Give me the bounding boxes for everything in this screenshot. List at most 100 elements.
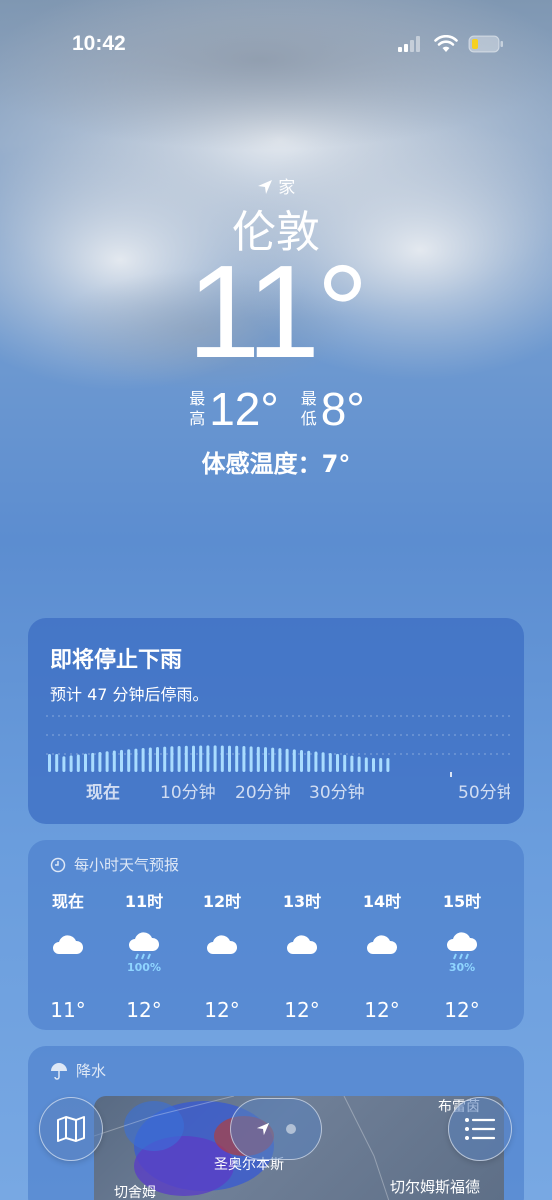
hour-item: 12时 12°: [182, 890, 262, 1022]
rain-minute-bar: [120, 749, 123, 772]
location-label: 家: [0, 173, 552, 198]
axis-label-20min: 20分钟: [235, 783, 291, 803]
cloud-icon: [53, 935, 84, 954]
rain-card-title: 即将停止下雨: [50, 648, 183, 673]
rain-minute-bar: [48, 754, 51, 772]
hour-icon: 30%: [422, 928, 502, 978]
hour-time: 11时: [124, 892, 164, 911]
hourly-card-title: 每小时天气预报: [74, 856, 180, 874]
map-label: 切尔姆斯福德: [390, 1178, 481, 1196]
hour-icon: 100%: [104, 928, 184, 978]
hour-item: 现在 11°: [28, 890, 108, 1022]
axis-label-10min: 10分钟: [160, 783, 216, 803]
rain-minute-bar: [156, 747, 159, 772]
hourly-list[interactable]: 现在 11° 11时 100% 12° 12时 12° 13时 12° 14时 …: [28, 890, 524, 1022]
page-dot: [286, 1124, 296, 1134]
rain-minute-bar: [249, 746, 253, 772]
location-arrow-icon: [257, 180, 272, 194]
rain-minute-bar: [148, 747, 152, 772]
rain-minute-bar: [235, 745, 239, 772]
rain-minute-bar: [264, 747, 267, 772]
rain-minute-bar: [112, 750, 116, 772]
axis-label-now: 现在: [86, 782, 120, 803]
wifi-icon: [434, 35, 458, 52]
cloud-icon: [367, 935, 398, 954]
hour-item: 13时 12°: [262, 890, 342, 1022]
feels-like: 体感温度：7°: [201, 450, 351, 478]
rain-minute-bar: [364, 757, 368, 772]
hour-icon: [262, 928, 342, 978]
high-low: 最高 12° 最低 8°: [0, 382, 552, 436]
high-label: 最高: [189, 389, 206, 428]
rain-minute-bar: [192, 745, 195, 772]
axis-label-50min: 50分钟: [458, 783, 510, 803]
clock-icon: [50, 857, 66, 872]
hour-item: 11时 100% 12°: [104, 890, 184, 1022]
cloud-icon: [207, 935, 238, 954]
rain-minute-bar: [386, 758, 390, 772]
location-page-indicator[interactable]: [230, 1098, 322, 1160]
rain-minute-bar: [184, 745, 188, 772]
hour-temp: 12°: [444, 998, 480, 1022]
map-button[interactable]: [39, 1097, 103, 1161]
hour-time: 12时: [202, 892, 242, 911]
rain-minute-bar: [127, 749, 131, 772]
cellular-signal-icon: [398, 36, 420, 52]
rain-minute-bar: [98, 752, 102, 772]
hour-temp: 11°: [50, 998, 86, 1022]
list-icon: [465, 1118, 496, 1140]
hour-item: 14时 12°: [342, 890, 422, 1022]
precip-card-title: 降水: [76, 1062, 107, 1080]
low-temperature: 8°: [320, 383, 365, 435]
hour-temp: 12°: [126, 998, 162, 1022]
rain-minute-bar: [213, 745, 217, 772]
location-arrow-icon: [256, 1122, 270, 1136]
rain-minute-bar: [163, 746, 167, 772]
rain-minute-bar: [271, 747, 275, 772]
list-button[interactable]: [448, 1097, 512, 1161]
rain-minute-bar: [256, 746, 260, 772]
hour-icon: [342, 928, 422, 978]
rain-minute-bar: [343, 754, 347, 772]
battery-low-icon: [468, 35, 503, 53]
current-temperature: 11°: [187, 238, 369, 385]
hour-temp: 12°: [204, 998, 240, 1022]
rain-minute-bar: [321, 752, 325, 772]
rain-minute-bar: [134, 748, 138, 772]
minute-precip-chart: 现在 10分钟 20分钟 30分钟 50分钟: [46, 715, 510, 803]
status-bar: 10:42: [0, 0, 552, 90]
cloud-rain-icon: [129, 932, 160, 960]
rain-minute-bar: [379, 758, 383, 772]
map-icon: [57, 1116, 85, 1142]
cloud-rain-icon: [447, 932, 478, 960]
hour-precip: 100%: [127, 961, 161, 974]
rain-minute-bar: [285, 748, 289, 772]
rain-minute-bar: [69, 755, 73, 772]
rain-minute-bar: [206, 745, 210, 772]
hour-temp: 12°: [364, 998, 400, 1022]
rain-minute-bar: [228, 745, 231, 772]
rain-minute-bar: [220, 745, 224, 772]
low-label: 最低: [300, 389, 317, 428]
hour-time: 14时: [362, 892, 402, 911]
rain-minute-bar: [199, 745, 203, 772]
rain-minute-bar: [177, 745, 181, 772]
rain-minute-bar: [357, 756, 361, 772]
hour-icon: [182, 928, 262, 978]
hour-time: 13时: [282, 892, 322, 911]
hour-temp: 12°: [284, 998, 320, 1022]
rain-minute-bar: [62, 756, 66, 772]
rain-minute-bar: [91, 752, 95, 772]
rain-minute-bar: [278, 748, 282, 772]
rain-forecast-card[interactable]: 即将停止下雨 预计 47 分钟后停雨。 现在 10分钟 20分钟 30分钟 50…: [28, 618, 524, 824]
hour-icon: [28, 928, 108, 978]
hour-item: 15时 30% 12°: [422, 890, 502, 1022]
map-label: 切舍姆: [114, 1185, 156, 1200]
umbrella-icon: [51, 1062, 67, 1080]
hour-precip: 30%: [448, 961, 476, 974]
hourly-forecast-card[interactable]: 每小时天气预报 现在 11° 11时 100% 12° 12时 12° 13时 …: [28, 840, 524, 1030]
rain-minute-bar: [76, 754, 80, 772]
rain-minute-bar: [242, 746, 246, 772]
status-time: 10:42: [72, 32, 126, 55]
rain-minute-bar: [292, 749, 296, 772]
